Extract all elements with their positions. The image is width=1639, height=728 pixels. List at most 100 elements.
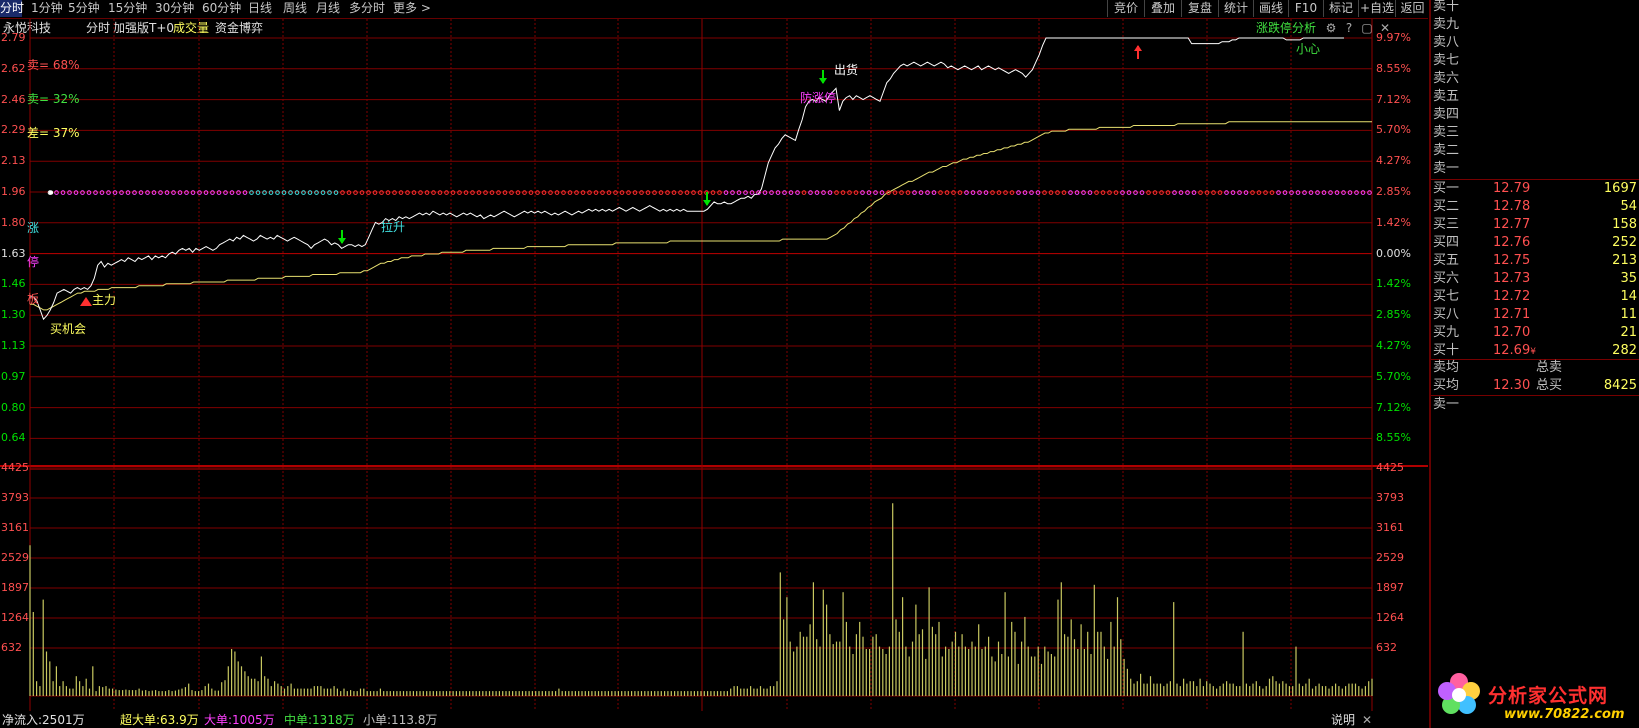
indicator-dot	[1048, 190, 1054, 195]
sell-level-row[interactable]: 卖六	[1431, 70, 1639, 88]
indicator-dot	[1198, 190, 1203, 195]
buy-level-row[interactable]: 买九 12.70 21	[1431, 324, 1639, 342]
indicator-dot	[275, 190, 280, 195]
indicator-dot	[1185, 190, 1190, 195]
buy-level-price: 12.70	[1493, 325, 1531, 340]
buy-level-volume: 158	[1612, 217, 1637, 232]
buy-level-row[interactable]: 买六 12.73 35	[1431, 270, 1639, 288]
sell-level-row[interactable]: 卖七	[1431, 52, 1639, 70]
price-tick-label: 0.64	[1, 431, 26, 445]
zhang-label: 涨	[27, 221, 40, 235]
indicator-dot	[320, 190, 326, 195]
indicator-dot	[983, 190, 989, 195]
indicator-dot	[1360, 190, 1366, 195]
sell-level-row[interactable]: 卖二	[1431, 142, 1639, 160]
sell-level-label: 卖十	[1433, 0, 1460, 14]
indicator-dot	[405, 190, 410, 195]
buy-level-label: 买四	[1433, 235, 1460, 250]
price-tick-label: 1.30	[1, 308, 26, 322]
indicator-dot	[749, 190, 755, 195]
price-tick-label: 1.13	[1, 339, 26, 352]
help-button[interactable]: 说明	[1331, 712, 1355, 728]
buy-level-label: 买八	[1433, 307, 1460, 322]
avg-buy-price: 12.30	[1493, 378, 1531, 393]
indicator-dot	[1321, 190, 1327, 195]
sell-level-row[interactable]: 卖五	[1431, 88, 1639, 106]
sell-level-label: 卖三	[1433, 125, 1460, 140]
buy-level-row[interactable]: 买八 12.71 11	[1431, 306, 1639, 324]
indicator-dot	[1367, 190, 1372, 195]
sell-level-row[interactable]: 卖一	[1431, 160, 1639, 178]
pct-tick-label: 9.97%	[1376, 31, 1411, 44]
buy-level-row[interactable]: 买一 12.79 1697	[1431, 180, 1639, 198]
pct-tick-label: 1.42%	[1376, 277, 1411, 291]
price-tick-label: 2.62	[1, 61, 26, 75]
indicator-dot	[255, 190, 261, 195]
indicator-dot	[899, 190, 904, 195]
indicator-dot	[190, 190, 196, 195]
total-buy-label: 总买	[1536, 378, 1563, 393]
indicator-dot	[392, 190, 397, 195]
indicator-dot	[483, 190, 488, 195]
indicator-dot	[1347, 190, 1353, 195]
indicator-dot	[788, 190, 794, 195]
volume-tick-label: 3793	[1376, 491, 1404, 504]
buy-level-row[interactable]: 买四 12.76 252	[1431, 234, 1639, 252]
indicator-dot	[541, 190, 547, 195]
volume-tick-label: 3161	[1376, 521, 1404, 534]
pct-tick-label: 4.27%	[1376, 154, 1411, 168]
price-tick-label: 1.63	[1, 246, 26, 260]
intraday-chart[interactable]	[0, 0, 1428, 728]
indicator-dot	[808, 190, 813, 195]
buy-chance-label: 买机会	[50, 322, 87, 336]
indicator-dot	[639, 190, 644, 195]
sell-level-row[interactable]: 卖八	[1431, 34, 1639, 52]
indicator-dot	[54, 190, 59, 195]
sell-level-label: 卖九	[1433, 17, 1460, 32]
indicator-dot	[203, 190, 209, 195]
buy-ratio: 卖= 32%	[27, 92, 80, 106]
volume-tick-label: 1264	[1376, 611, 1404, 624]
buy-level-label: 买十	[1433, 343, 1460, 358]
indicator-dot	[171, 190, 176, 195]
indicator-dot	[931, 190, 937, 195]
buy-level-row[interactable]: 买五 12.75 213	[1431, 252, 1639, 270]
sell-level-row[interactable]: 卖四	[1431, 106, 1639, 124]
buy-level-label: 买三	[1433, 217, 1460, 232]
indicator-dot	[795, 190, 800, 195]
indicator-dot	[645, 190, 651, 195]
close-icon[interactable]: ✕	[1362, 712, 1372, 728]
volume-tick-label: 4425	[1376, 461, 1404, 474]
indicator-dot	[619, 190, 625, 195]
ban-label: 板	[27, 292, 40, 306]
indicator-dot	[125, 190, 131, 195]
indicator-dot	[496, 190, 501, 195]
indicator-dot	[801, 190, 807, 195]
indicator-dot	[86, 190, 92, 195]
price-tick-label: 1.46	[1, 277, 26, 291]
indicator-dot	[554, 190, 560, 195]
indicator-dot	[918, 190, 924, 195]
diff-ratio: 差= 37%	[27, 126, 80, 140]
ship-out-marker	[819, 70, 827, 84]
buy-level-row[interactable]: 买三 12.77 158	[1431, 216, 1639, 234]
buy-level-row[interactable]: 买二 12.78 54	[1431, 198, 1639, 216]
logo-url: www.70822.com	[1504, 707, 1625, 722]
volume-bars	[29, 503, 1373, 696]
logo-name: 分析家公式网	[1488, 685, 1609, 707]
sell-level-row[interactable]: 卖九	[1431, 16, 1639, 34]
indicator-dot	[301, 190, 306, 195]
indicator-dot	[1217, 190, 1223, 195]
indicator-dot	[151, 190, 157, 195]
avg-buy-label: 买均	[1433, 378, 1460, 393]
indicator-dot	[1146, 190, 1151, 195]
indicator-dot	[346, 190, 352, 195]
indicator-dot	[80, 190, 85, 195]
sell-level-row[interactable]: 卖十	[1431, 0, 1639, 16]
sell-level-label: 卖八	[1433, 35, 1460, 50]
buy-level-row[interactable]: 买十 12.69¥ 282	[1431, 342, 1639, 360]
indicator-dot	[223, 190, 228, 195]
buy-level-row[interactable]: 买七 12.72 14	[1431, 288, 1639, 306]
sell-level-row[interactable]: 卖三	[1431, 124, 1639, 142]
indicator-dot	[1068, 190, 1073, 195]
